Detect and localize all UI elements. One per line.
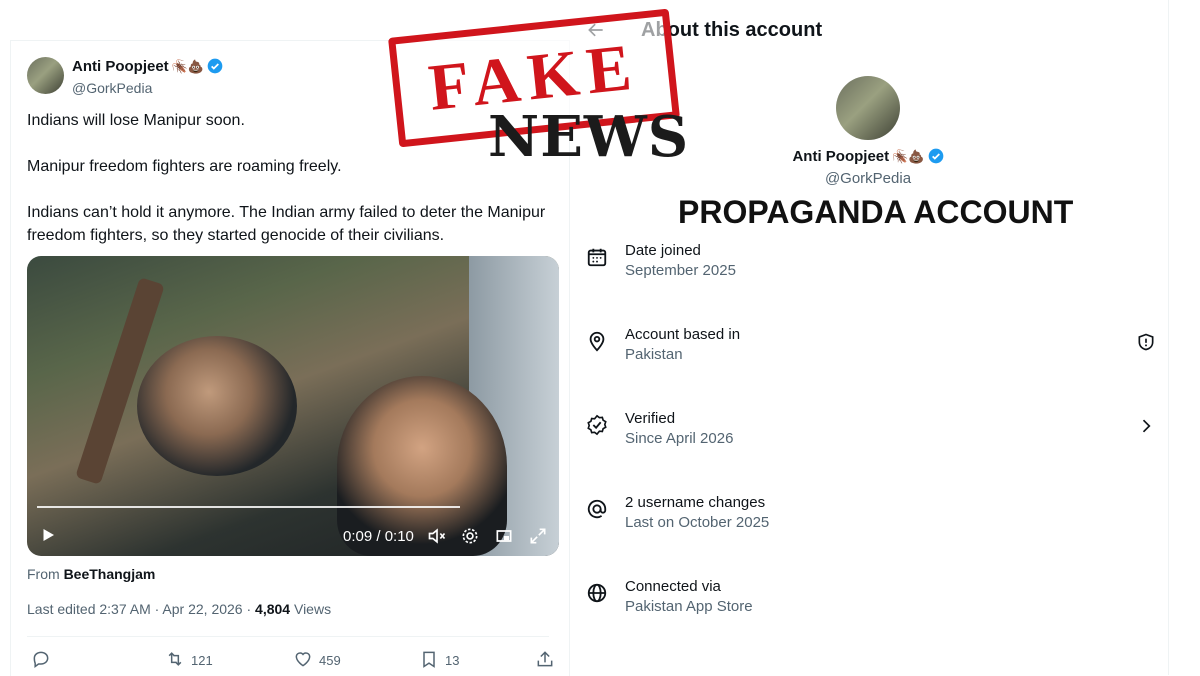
video-controls: 0:09 / 0:10 bbox=[27, 516, 559, 556]
tweet-actions: 121 459 13 bbox=[31, 649, 561, 673]
play-icon[interactable] bbox=[39, 526, 57, 549]
tweet-metadata: Last edited 2:37 AM · Apr 22, 2026 · 4,8… bbox=[27, 601, 331, 617]
row-value: Last on October 2025 bbox=[625, 514, 770, 531]
fullscreen-icon[interactable] bbox=[528, 526, 548, 551]
retweet-count: 121 bbox=[191, 653, 213, 668]
row-connected-via: Connected via Pakistan App Store bbox=[586, 574, 1156, 618]
video-progress-bar[interactable] bbox=[37, 506, 460, 508]
author-avatar[interactable] bbox=[27, 57, 64, 94]
at-icon bbox=[586, 498, 608, 525]
video-source: From BeeThangjam bbox=[27, 566, 155, 582]
verified-badge-icon bbox=[586, 414, 608, 441]
divider bbox=[27, 636, 549, 637]
row-value: September 2025 bbox=[625, 262, 736, 279]
from-prefix: From bbox=[27, 566, 60, 582]
views-count: 4,804 bbox=[255, 601, 291, 617]
views-label: Views bbox=[293, 601, 332, 617]
edited-timestamp[interactable]: Last edited 2:37 AM · Apr 22, 2026 · bbox=[27, 601, 251, 617]
row-value: Since April 2026 bbox=[625, 430, 734, 447]
row-label: Connected via bbox=[625, 578, 721, 595]
verified-icon bbox=[928, 148, 944, 168]
heart-icon bbox=[293, 649, 319, 672]
like-count: 459 bbox=[319, 653, 341, 668]
video-frame-person bbox=[137, 336, 297, 476]
row-verified[interactable]: Verified Since April 2026 bbox=[586, 406, 1156, 450]
profile-emojis: 🪳💩 bbox=[892, 149, 925, 164]
profile-handle[interactable]: @GorkPedia bbox=[568, 170, 1168, 187]
video-player[interactable]: 0:09 / 0:10 bbox=[27, 256, 559, 556]
author-emojis: 🪳💩 bbox=[171, 59, 205, 74]
settings-gear-icon[interactable] bbox=[460, 526, 480, 551]
row-username-changes: 2 username changes Last on October 2025 bbox=[586, 490, 1156, 534]
bookmark-button[interactable]: 13 bbox=[419, 649, 459, 672]
share-icon bbox=[535, 649, 561, 672]
source-username[interactable]: BeeThangjam bbox=[64, 566, 156, 582]
chevron-right-icon[interactable] bbox=[1136, 416, 1156, 441]
bookmark-count: 13 bbox=[445, 653, 460, 668]
row-label: Date joined bbox=[625, 242, 701, 259]
globe-icon bbox=[586, 582, 608, 609]
row-label: Account based in bbox=[625, 326, 741, 343]
row-label: 2 username changes bbox=[625, 494, 766, 511]
verified-icon bbox=[207, 58, 223, 79]
share-button[interactable] bbox=[535, 649, 561, 672]
reply-button[interactable] bbox=[31, 649, 57, 672]
video-time: 0:09 / 0:10 bbox=[343, 528, 414, 545]
news-caption: NEWS bbox=[488, 104, 690, 170]
row-label: Verified bbox=[625, 410, 676, 427]
shield-alert-icon[interactable] bbox=[1136, 332, 1156, 357]
row-value: Pakistan bbox=[625, 346, 683, 363]
picture-in-picture-icon[interactable] bbox=[494, 526, 514, 551]
author-display-name[interactable]: Anti Poopjeet bbox=[72, 58, 169, 75]
calendar-icon bbox=[586, 246, 608, 273]
tweet-paragraph: Indians can’t hold it anymore. The India… bbox=[27, 204, 546, 244]
retweet-icon bbox=[165, 649, 191, 672]
author-handle[interactable]: @GorkPedia bbox=[72, 79, 223, 98]
row-date-joined: Date joined September 2025 bbox=[586, 238, 1156, 282]
propaganda-caption: PROPAGANDA ACCOUNT bbox=[678, 194, 1074, 230]
tweet-header: Anti Poopjeet 🪳💩 @GorkPedia bbox=[27, 57, 223, 98]
row-value: Pakistan App Store bbox=[625, 598, 753, 615]
profile-display-name[interactable]: Anti Poopjeet bbox=[792, 148, 889, 165]
mute-icon[interactable] bbox=[427, 526, 447, 551]
row-account-based-in[interactable]: Account based in Pakistan bbox=[586, 322, 1156, 366]
reply-icon bbox=[31, 649, 57, 672]
retweet-button[interactable]: 121 bbox=[165, 649, 213, 672]
like-button[interactable]: 459 bbox=[293, 649, 341, 672]
bookmark-icon bbox=[419, 649, 445, 672]
tweet-paragraph: Manipur freedom fighters are roaming fre… bbox=[27, 158, 342, 175]
location-icon bbox=[586, 330, 608, 357]
profile-avatar[interactable] bbox=[836, 76, 900, 140]
